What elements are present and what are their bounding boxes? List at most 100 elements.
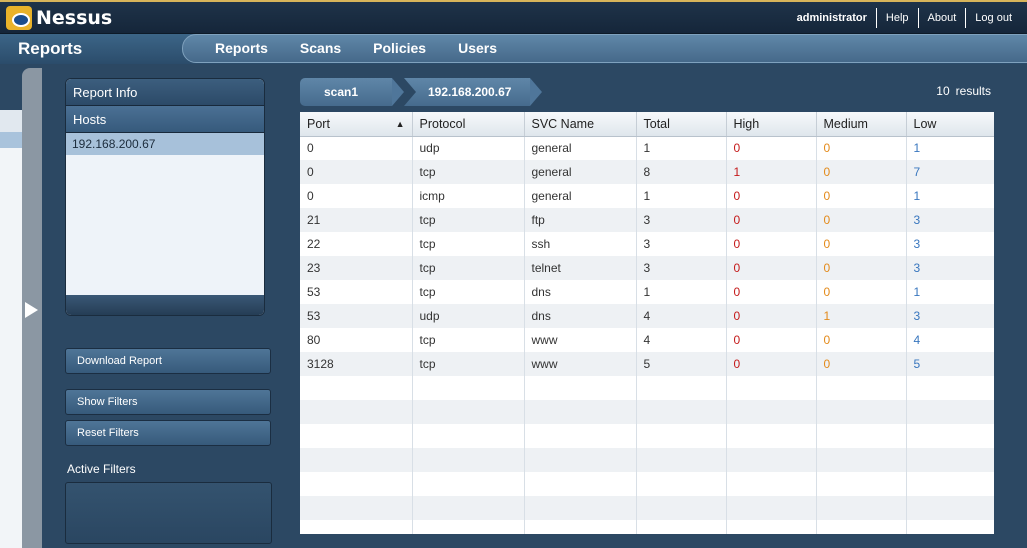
cell-low: 3 [906,256,994,280]
tab-users[interactable]: Users [458,35,513,62]
results-number: 10 [936,84,950,98]
column-header-low[interactable]: Low [906,112,994,137]
table-row[interactable]: 23 tcp telnet 3 0 0 3 [300,256,994,280]
empty-cell [300,400,413,424]
cell-medium: 0 [816,208,907,232]
column-header-medium[interactable]: Medium [816,112,907,137]
table-row[interactable]: 0 tcp general 8 1 0 7 [300,160,994,184]
cell-protocol: tcp [412,160,525,184]
column-header-total[interactable]: Total [636,112,727,137]
breadcrumb-host[interactable]: 192.168.200.67 [404,78,542,106]
empty-cell [816,400,907,424]
table-row[interactable]: 53 tcp dns 1 0 0 1 [300,280,994,304]
reset-filters-button[interactable]: Reset Filters [65,420,271,446]
cell-total: 4 [636,328,727,352]
cell-port: 0 [300,160,413,184]
cell-low: 5 [906,352,994,376]
cell-medium: 0 [816,232,907,256]
empty-row [300,520,994,534]
column-header-high[interactable]: High [726,112,817,137]
hosts-header[interactable]: Hosts [66,106,264,133]
empty-cell [524,520,637,534]
cell-high: 0 [726,256,817,280]
empty-cell [412,424,525,448]
table-row[interactable]: 0 icmp general 1 0 0 1 [300,184,994,208]
empty-cell [906,400,994,424]
table-row[interactable]: 3128 tcp www 5 0 0 5 [300,352,994,376]
section-title: Reports [18,39,83,58]
collapsed-list-header [0,110,22,132]
tab-reports[interactable]: Reports [215,35,284,62]
column-header-protocol[interactable]: Protocol [412,112,525,137]
table-row[interactable]: 22 tcp ssh 3 0 0 3 [300,232,994,256]
active-filters-label: Active Filters [67,462,136,476]
panel-footer [66,295,264,315]
empty-cell [300,472,413,496]
cell-low: 1 [906,184,994,208]
cell-medium: 0 [816,328,907,352]
cell-port: 80 [300,328,413,352]
empty-cell [816,472,907,496]
breadcrumb-scan[interactable]: scan1 [300,78,404,106]
cell-total: 1 [636,280,727,304]
empty-cell [524,400,637,424]
help-link[interactable]: Help [877,12,918,24]
collapsed-report-list [0,110,22,548]
empty-cell [906,424,994,448]
empty-row [300,376,994,400]
empty-cell [524,472,637,496]
cell-svc-name: dns [524,304,637,328]
table-row[interactable]: 80 tcp www 4 0 0 4 [300,328,994,352]
cell-total: 3 [636,256,727,280]
empty-cell [524,496,637,520]
cell-high: 0 [726,208,817,232]
cell-high: 0 [726,304,817,328]
empty-cell [726,472,817,496]
cell-protocol: tcp [412,256,525,280]
tab-scans[interactable]: Scans [300,35,357,62]
empty-cell [816,424,907,448]
cell-port: 0 [300,184,413,208]
expand-arrow-icon[interactable] [25,302,38,318]
empty-cell [636,496,727,520]
table-row[interactable]: 53 udp dns 4 0 1 3 [300,304,994,328]
cell-medium: 0 [816,184,907,208]
cell-total: 3 [636,232,727,256]
download-report-button[interactable]: Download Report [65,348,271,374]
cell-medium: 1 [816,304,907,328]
empty-cell [906,376,994,400]
cell-medium: 0 [816,160,907,184]
empty-row [300,400,994,424]
column-header-port[interactable]: Port ▲ [300,112,413,137]
cell-low: 3 [906,304,994,328]
about-link[interactable]: About [919,12,966,24]
cell-protocol: udp [412,136,525,160]
results-label: results [955,84,991,98]
cell-port: 3128 [300,352,413,376]
cell-total: 8 [636,160,727,184]
table-row[interactable]: 21 tcp ftp 3 0 0 3 [300,208,994,232]
cell-high: 0 [726,136,817,160]
empty-cell [726,520,817,534]
nessus-eye-icon [6,6,32,30]
empty-cell [300,424,413,448]
cell-port: 22 [300,232,413,256]
cell-high: 0 [726,328,817,352]
report-info-header[interactable]: Report Info [66,79,264,106]
table-body: 0 udp general 1 0 0 1 0 tcp general 8 1 0 7 0 icmp gener… [300,136,994,534]
tab-policies[interactable]: Policies [373,35,442,62]
host-item-selected[interactable]: 192.168.200.67 [66,133,264,155]
nessus-logo[interactable]: Nessus [6,6,112,30]
cell-protocol: icmp [412,184,525,208]
empty-cell [726,400,817,424]
logout-link[interactable]: Log out [966,12,1021,24]
table-row[interactable]: 0 udp general 1 0 0 1 [300,136,994,160]
cell-svc-name: ftp [524,208,637,232]
empty-cell [524,448,637,472]
show-filters-button[interactable]: Show Filters [65,389,271,415]
column-header-svc-name[interactable]: SVC Name [524,112,637,137]
cell-high: 0 [726,352,817,376]
collapsed-list-selected[interactable] [0,132,22,148]
empty-cell [524,376,637,400]
cell-low: 3 [906,208,994,232]
